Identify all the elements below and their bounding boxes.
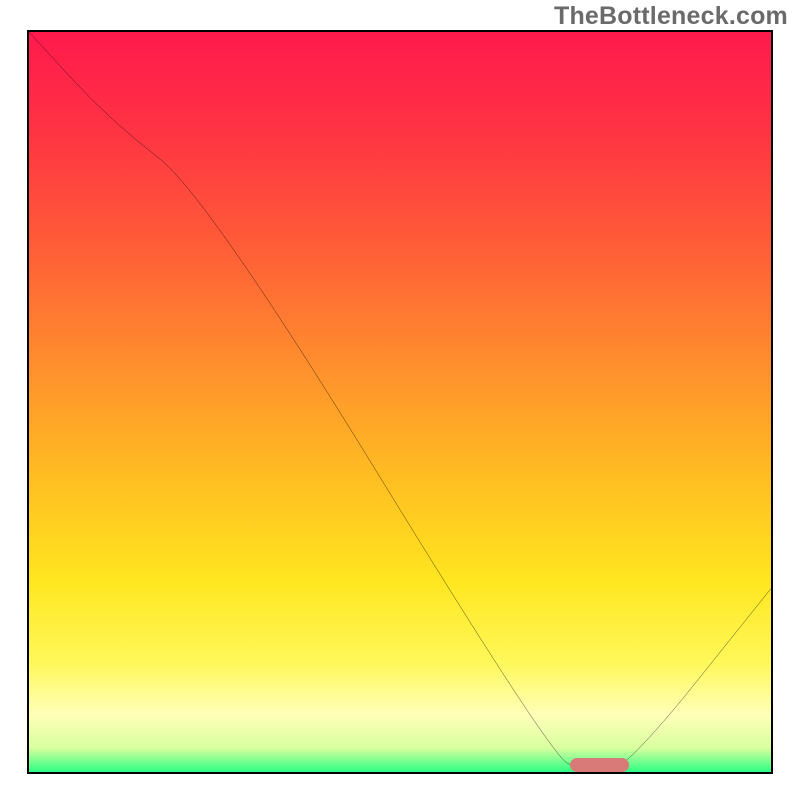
optimum-marker	[570, 758, 629, 772]
watermark-text: TheBottleneck.com	[554, 2, 788, 31]
plot-frame	[27, 30, 773, 774]
chart-container: TheBottleneck.com	[0, 0, 800, 800]
bottleneck-curve	[29, 32, 771, 774]
